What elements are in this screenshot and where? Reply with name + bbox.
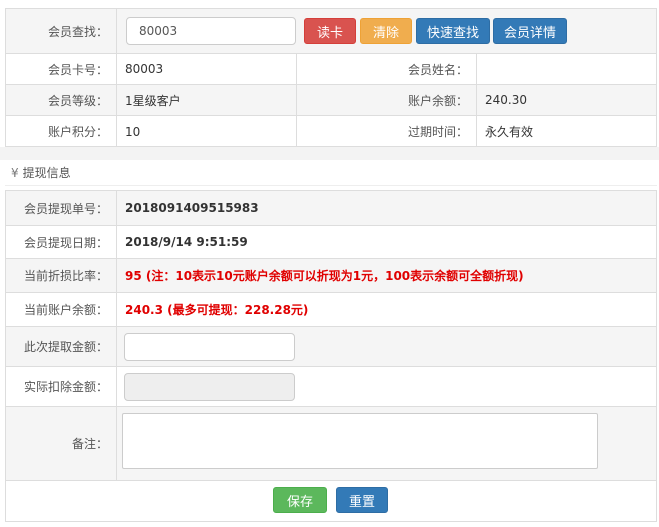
withdraw-amount-label: 此次提取金额：: [6, 327, 117, 366]
account-balance-label: 账户余额：: [297, 85, 477, 115]
clear-button[interactable]: 清除: [360, 18, 412, 44]
member-search-row: 会员查找： 80003 读卡 清除 快速查找 会员详情: [6, 9, 656, 54]
expiry-time-label: 过期时间：: [297, 116, 477, 147]
note-textarea[interactable]: [122, 413, 598, 469]
note-label: 备注：: [6, 407, 117, 480]
order-number-value: 2018091409515983: [125, 201, 259, 215]
card-number-value: 80003: [117, 54, 297, 84]
withdraw-date-value: 2018/9/14 9:51:59: [125, 235, 248, 249]
quick-search-button[interactable]: 快速查找: [416, 18, 490, 44]
member-search-input[interactable]: 80003: [126, 17, 296, 45]
deduct-amount-input: [124, 373, 295, 401]
current-balance-row: 当前账户余额： 240.3 (最多可提现：228.28元): [6, 293, 656, 327]
withdraw-amount-row: 此次提取金额：: [6, 327, 656, 367]
account-points-label: 账户积分：: [6, 116, 117, 147]
member-name-value: [477, 54, 656, 84]
current-balance-value: 240.3 (最多可提现：228.28元): [125, 303, 309, 317]
withdraw-date-label: 会员提现日期：: [6, 226, 117, 258]
yen-icon: ¥: [11, 165, 19, 180]
member-level-row: 会员等级： 1星级客户 账户余额： 240.30: [6, 85, 656, 116]
withdraw-section-title: 提现信息: [22, 166, 71, 180]
withdraw-date-row: 会员提现日期： 2018/9/14 9:51:59: [6, 226, 656, 259]
section-gap: [0, 147, 659, 160]
member-level-label: 会员等级：: [6, 85, 117, 115]
deduct-amount-label: 实际扣除金额：: [6, 367, 117, 406]
card-number-label: 会员卡号：: [6, 54, 117, 84]
member-card-row: 会员卡号： 80003 会员姓名：: [6, 54, 656, 85]
account-balance-value: 240.30: [485, 93, 527, 107]
account-points-value: 10: [117, 116, 297, 147]
discount-rate-value: 95 (注：10表示10元账户余额可以折现为1元，100表示余额可全额折现): [125, 269, 524, 283]
member-details-button[interactable]: 会员详情: [493, 18, 567, 44]
member-info-panel: 会员查找： 80003 读卡 清除 快速查找 会员详情 会员卡号： 80003 …: [5, 8, 657, 147]
withdraw-order-row: 会员提现单号： 2018091409515983: [6, 191, 656, 226]
withdraw-panel: 会员提现单号： 2018091409515983 会员提现日期： 2018/9/…: [5, 190, 657, 522]
member-level-value: 1星级客户: [117, 85, 297, 115]
member-points-row: 账户积分： 10 过期时间： 永久有效: [6, 116, 656, 147]
discount-rate-row: 当前折损比率： 95 (注：10表示10元账户余额可以折现为1元，100表示余额…: [6, 259, 656, 293]
member-name-label: 会员姓名：: [297, 54, 477, 84]
deduct-amount-row: 实际扣除金额：: [6, 367, 656, 407]
save-button[interactable]: 保存: [273, 487, 327, 513]
expiry-time-value: 永久有效: [485, 125, 534, 139]
member-search-label: 会员查找：: [6, 9, 117, 53]
reset-button[interactable]: 重置: [336, 487, 388, 513]
withdraw-amount-input[interactable]: [124, 333, 295, 361]
current-balance-label: 当前账户余额：: [6, 293, 117, 326]
order-number-label: 会员提现单号：: [6, 191, 117, 225]
action-row: 保存 重置: [6, 481, 656, 521]
read-card-button[interactable]: 读卡: [304, 18, 356, 44]
note-row: 备注：: [6, 407, 656, 481]
discount-rate-label: 当前折损比率：: [6, 259, 117, 292]
withdraw-section-header: ¥ 提现信息: [5, 160, 657, 186]
